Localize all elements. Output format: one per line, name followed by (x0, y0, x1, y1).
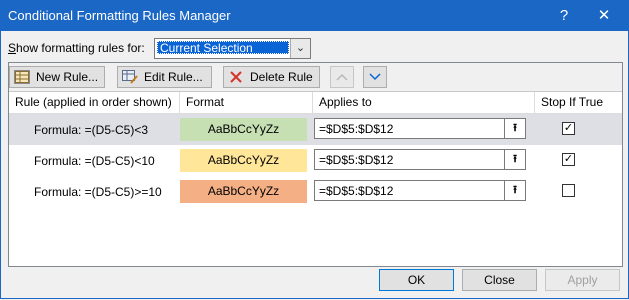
move-up-button[interactable] (330, 66, 354, 88)
rule-formula: Formula: =(D5-C5)<10 (34, 154, 155, 168)
applies-to-field[interactable]: =$D$5:$D$12 ⭱ (314, 118, 526, 139)
show-rules-label-text: how formatting rules for: (16, 41, 145, 55)
column-header-format[interactable]: Format (180, 92, 313, 113)
applies-to-value: =$D$5:$D$12 (319, 184, 394, 198)
applies-to-field[interactable]: =$D$5:$D$12 ⭱ (314, 149, 526, 170)
new-rule-label: New Rule... (36, 70, 99, 84)
format-preview: AaBbCcYyZz (180, 118, 307, 141)
rule-formula: Formula: =(D5-C5)<3 (34, 123, 149, 137)
delete-x-icon (228, 70, 244, 84)
rules-toolbar: New Rule... Edit Rule... Delete Rule (9, 63, 622, 92)
edit-rule-button[interactable]: Edit Rule... (117, 66, 212, 88)
chevron-up-icon (336, 73, 348, 81)
rule-row-1[interactable]: Formula: =(D5-C5)<3 AaBbCcYyZz =$D$5:$D$… (9, 114, 622, 145)
collapse-dialog-icon[interactable]: ⭱ (504, 181, 525, 200)
rule-formula: Formula: =(D5-C5)>=10 (34, 185, 162, 199)
help-button[interactable]: ? (546, 0, 582, 31)
show-rules-label: Show formatting rules for: (8, 41, 145, 55)
format-preview: AaBbCcYyZz (180, 149, 307, 172)
move-down-button[interactable] (363, 66, 387, 88)
apply-button[interactable]: Apply (545, 269, 620, 291)
show-rules-label-accelerator: S (8, 41, 17, 55)
close-window-button[interactable]: ✕ (586, 0, 622, 31)
show-rules-select-value: Current Selection (157, 41, 289, 55)
show-rules-select[interactable]: Current Selection ⌄ (154, 38, 311, 59)
red-x-icon (230, 71, 242, 83)
title-bar: Conditional Formatting Rules Manager ? ✕ (0, 0, 629, 31)
table-edit-icon (122, 70, 138, 84)
column-header-applies-to[interactable]: Applies to (313, 92, 535, 113)
collapse-dialog-icon[interactable]: ⭱ (504, 119, 525, 138)
rule-row-2[interactable]: Formula: =(D5-C5)<10 AaBbCcYyZz =$D$5:$D… (9, 145, 622, 176)
applies-to-value: =$D$5:$D$12 (319, 153, 394, 167)
rule-row-3[interactable]: Formula: =(D5-C5)>=10 AaBbCcYyZz =$D$5:$… (9, 176, 622, 207)
collapse-dialog-icon[interactable]: ⭱ (504, 150, 525, 169)
stop-if-true-checkbox[interactable] (562, 184, 575, 197)
chevron-down-icon[interactable]: ⌄ (290, 39, 310, 58)
column-header-stop-if-true[interactable]: Stop If True (535, 92, 622, 113)
stop-if-true-checkbox[interactable]: ✓ (562, 153, 575, 166)
rules-header-row: Rule (applied in order shown) Format App… (9, 92, 622, 114)
applies-to-field[interactable]: =$D$5:$D$12 ⭱ (314, 180, 526, 201)
applies-to-value: =$D$5:$D$12 (319, 122, 394, 136)
delete-rule-button[interactable]: Delete Rule (223, 66, 320, 88)
table-grid-icon (15, 71, 29, 83)
rules-panel: New Rule... Edit Rule... Delete Rule Rul… (8, 62, 623, 267)
edit-rule-label: Edit Rule... (144, 70, 203, 84)
chevron-down-icon (369, 73, 381, 81)
format-preview: AaBbCcYyZz (180, 180, 307, 203)
close-button[interactable]: Close (462, 269, 537, 291)
new-rule-button[interactable]: New Rule... (9, 66, 105, 88)
edit-rule-icon (122, 70, 138, 84)
stop-if-true-checkbox[interactable]: ✓ (562, 122, 575, 135)
ok-button[interactable]: OK (379, 269, 454, 291)
new-rule-icon (14, 70, 30, 84)
window-title: Conditional Formatting Rules Manager (8, 8, 231, 23)
delete-rule-label: Delete Rule (250, 70, 313, 84)
column-header-rule[interactable]: Rule (applied in order shown) (9, 92, 180, 113)
